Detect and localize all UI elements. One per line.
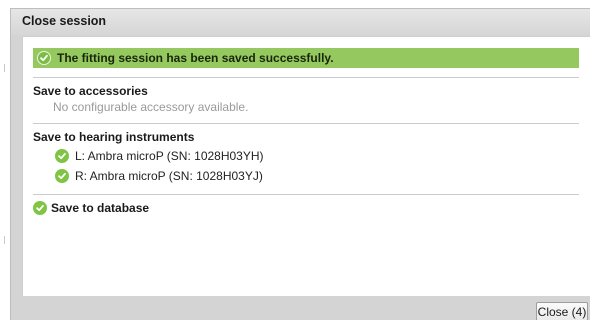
check-circle-icon — [33, 201, 47, 215]
edge-mark — [4, 236, 5, 244]
background-window-edge — [0, 0, 10, 320]
accessories-title: Save to accessories — [33, 84, 148, 98]
divider — [33, 77, 579, 78]
instrument-label: L: Ambra microP (SN: 1028H03YH) — [75, 149, 264, 163]
hearing-instruments-title: Save to hearing instruments — [33, 130, 195, 144]
close-button[interactable]: Close (4) — [536, 302, 588, 320]
check-circle-icon — [55, 149, 69, 163]
divider — [33, 123, 579, 124]
divider — [33, 194, 579, 195]
success-message: The fitting session has been saved succe… — [57, 51, 334, 65]
check-circle-icon — [37, 51, 51, 65]
database-title: Save to database — [51, 201, 150, 215]
instrument-right: R: Ambra microP (SN: 1028H03YJ) — [55, 169, 263, 183]
check-circle-icon — [55, 169, 69, 183]
success-banner: The fitting session has been saved succe… — [33, 48, 579, 68]
dialog-title: Close session — [11, 9, 590, 35]
instrument-left: L: Ambra microP (SN: 1028H03YH) — [55, 149, 264, 163]
database-row: Save to database — [33, 201, 149, 215]
edge-mark — [4, 64, 5, 72]
instrument-label: R: Ambra microP (SN: 1028H03YJ) — [75, 169, 263, 183]
close-session-dialog: Close session The fitting session has be… — [10, 8, 590, 320]
accessories-message: No configurable accessory available. — [53, 100, 249, 114]
dialog-content: The fitting session has been saved succe… — [22, 36, 590, 296]
